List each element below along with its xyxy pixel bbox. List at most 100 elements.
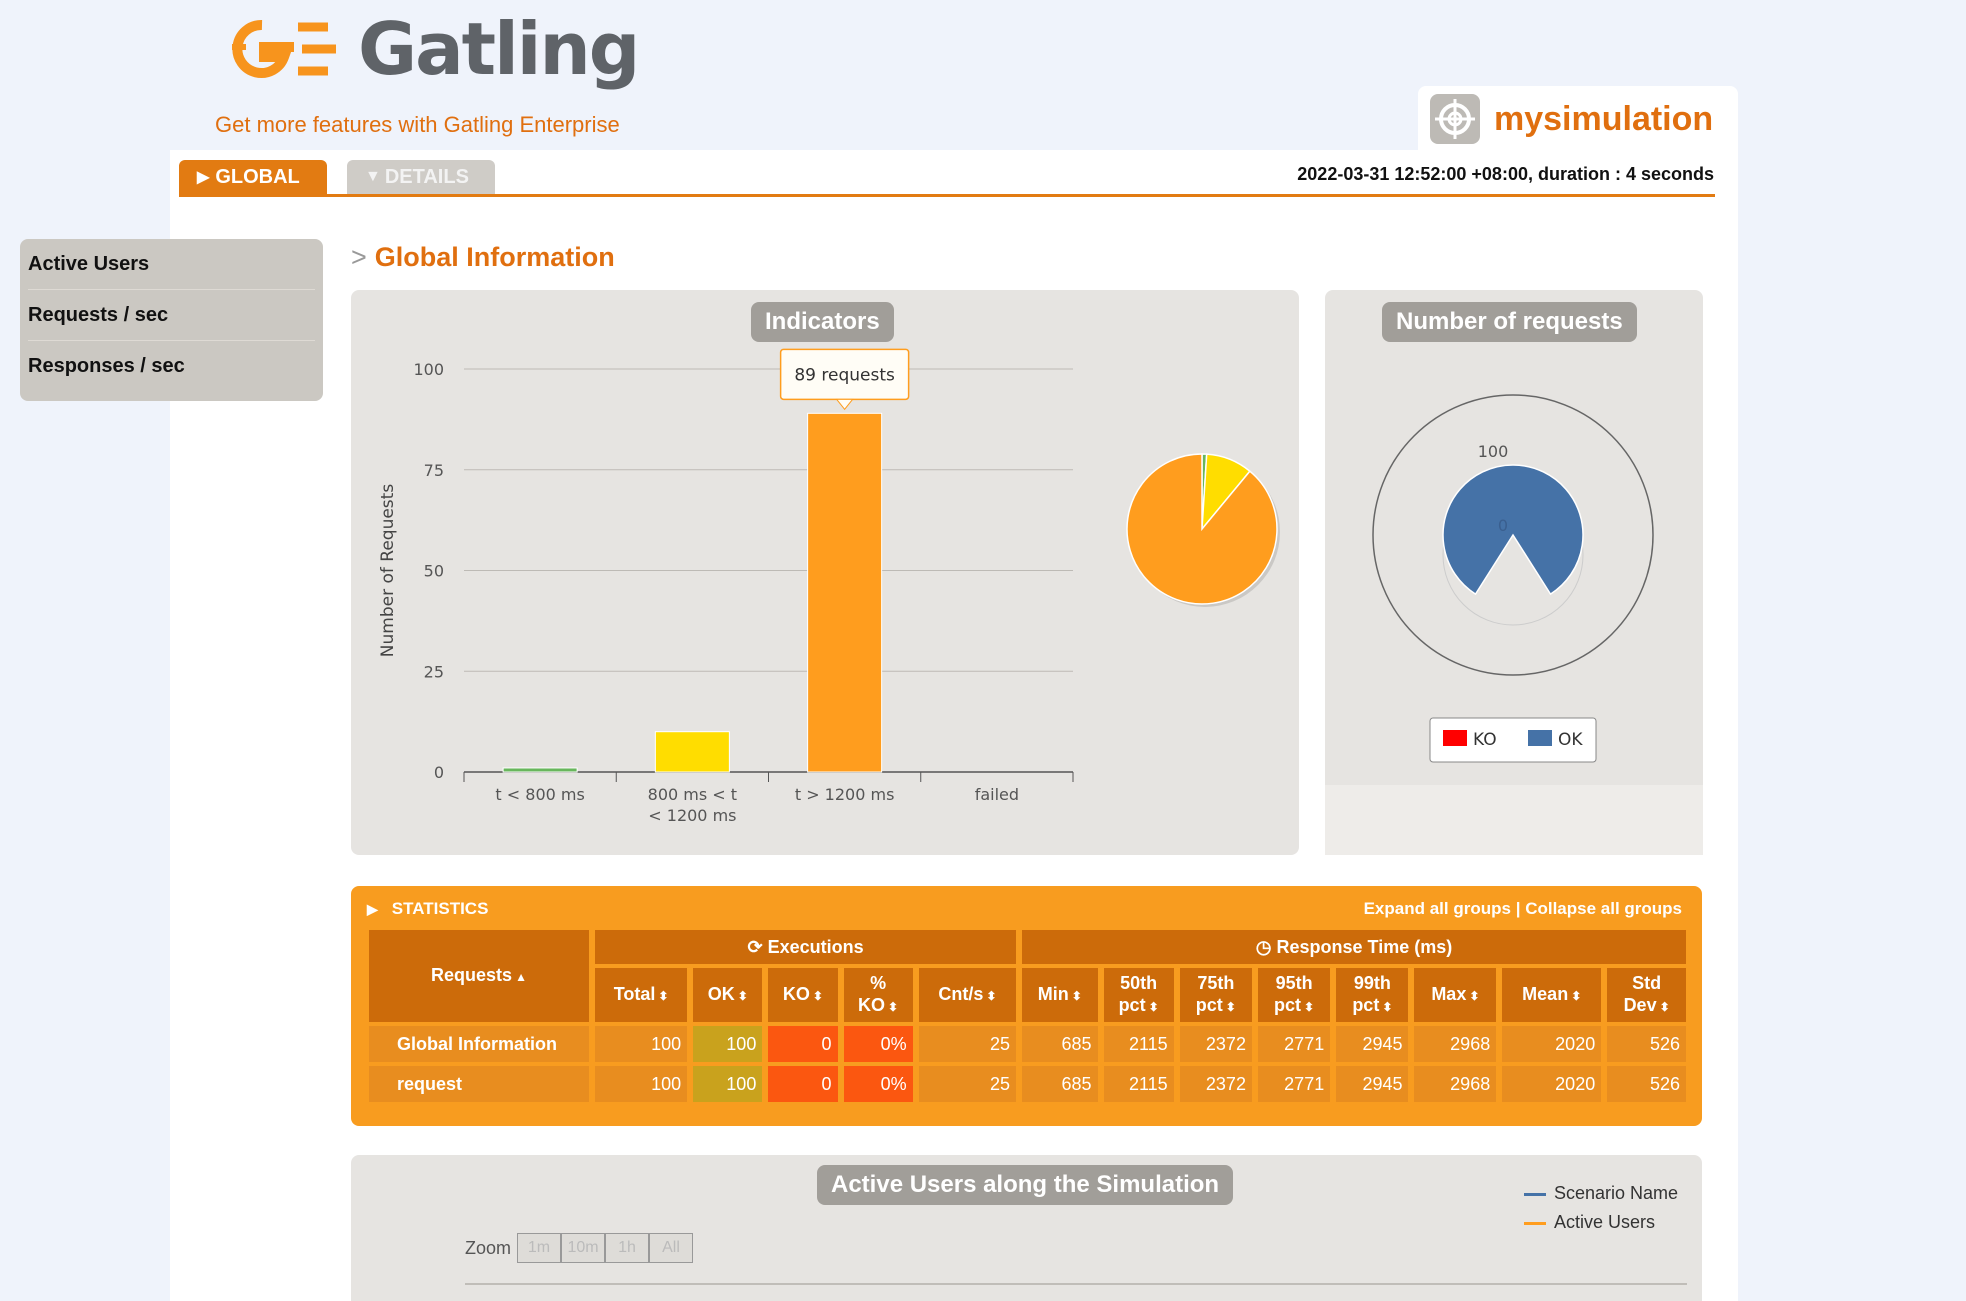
chart-axis-line [465, 1283, 1687, 1285]
x-tick-label: failed [975, 785, 1019, 804]
column-header-label: % [870, 973, 887, 993]
zoom-1m-button[interactable]: 1m [517, 1233, 562, 1263]
column-header[interactable]: OK ⬍ [693, 968, 763, 1022]
zoom-10m-button[interactable]: 10m [561, 1233, 606, 1263]
row-name[interactable]: Global Information [369, 1026, 589, 1062]
column-header[interactable]: 99th pct ⬍ [1336, 968, 1409, 1022]
pie-label-ko: 0 [1498, 516, 1508, 535]
gatling-logo-icon [232, 19, 336, 78]
zoom-all-button[interactable]: All [649, 1233, 694, 1263]
column-header[interactable]: % KO ⬍ [843, 968, 913, 1022]
legend-scenario-name[interactable]: Scenario Name [1523, 1179, 1678, 1208]
requests-column-header[interactable]: Requests ▲ [369, 930, 589, 1022]
column-header-label: OK [707, 984, 735, 1004]
tab-global-label: GLOBAL [215, 165, 300, 188]
table-row[interactable]: Global Information 100 100 0 0% 25 685 2115 2372… [369, 1026, 1686, 1062]
active-users-box: Active Users along the Simulation Zoom 1… [351, 1155, 1702, 1301]
sort-icon: ⬍ [658, 989, 669, 1003]
expand-all-link[interactable]: Expand all groups [1364, 899, 1511, 918]
legend-label-ok[interactable]: OK [1558, 730, 1583, 750]
column-header-label: pct [1352, 995, 1380, 1015]
target-icon [1430, 94, 1480, 144]
column-header[interactable]: Min ⬍ [1022, 968, 1098, 1022]
table-cell: 2372 [1179, 1026, 1252, 1062]
table-cell: 2945 [1336, 1066, 1409, 1102]
column-header-label: pct [1118, 995, 1146, 1015]
column-header[interactable]: Mean ⬍ [1502, 968, 1602, 1022]
table-cell: 526 [1607, 1066, 1686, 1102]
column-header-label: Std [1632, 973, 1662, 993]
column-header[interactable]: 50th pct ⬍ [1103, 968, 1174, 1022]
column-header[interactable]: 95th pct ⬍ [1257, 968, 1331, 1022]
statistics-panel: ▶ STATISTICS Expand all groups | Collapse… [351, 886, 1702, 1126]
response-time-group-header: ◷ Response Time (ms) [1022, 930, 1686, 964]
clock-icon: ◷ [1255, 937, 1272, 957]
column-header-label: pct [1274, 995, 1302, 1015]
table-cell: 526 [1607, 1026, 1686, 1062]
response-time-label: Response Time (ms) [1276, 937, 1453, 957]
tab-global[interactable]: ▶ GLOBAL [179, 160, 327, 194]
zoom-label: Zoom [465, 1237, 512, 1258]
column-header[interactable]: Total ⬍ [595, 968, 688, 1022]
brand-name: Gatling [358, 7, 640, 91]
row-name[interactable]: request [369, 1066, 589, 1102]
y-tick-label: 25 [424, 662, 444, 681]
caret-right-icon: ▶ [197, 169, 210, 186]
column-header[interactable]: Max ⬍ [1414, 968, 1497, 1022]
simulation-header: mysimulation [1418, 86, 1738, 152]
column-header-label: 99th [1353, 973, 1391, 993]
table-cell: 2968 [1414, 1066, 1497, 1102]
pie-label-ok: 100 [1478, 442, 1509, 461]
x-tick-label: 800 ms < t < 1200 ms [648, 785, 737, 825]
table-cell: 2372 [1179, 1066, 1252, 1102]
sort-asc-icon: ▲ [515, 970, 527, 984]
legend-label-ko[interactable]: KO [1473, 730, 1497, 750]
bar[interactable] [502, 767, 578, 773]
active-users-title: Active Users along the Simulation [817, 1165, 1234, 1205]
table-cell: 25 [918, 1066, 1017, 1102]
y-tick-label: 0 [434, 763, 444, 782]
table-cell: 2020 [1502, 1026, 1602, 1062]
legend-active-users[interactable]: Active Users [1523, 1208, 1678, 1237]
column-header-label: Min [1037, 984, 1069, 1004]
requests-pie-box: Number of requests 100 0 KO OK [1325, 290, 1703, 855]
table-cell: 685 [1022, 1066, 1098, 1102]
column-header[interactable]: 75th pct ⬍ [1179, 968, 1252, 1022]
column-header-label: Max [1431, 984, 1467, 1004]
column-header[interactable]: Cnt/s ⬍ [918, 968, 1017, 1022]
menu-item-active-users[interactable]: Active Users [28, 239, 315, 290]
zoom-controls: Zoom 1m 10m 1h All [465, 1233, 694, 1263]
column-header[interactable]: Std Dev ⬍ [1607, 968, 1686, 1022]
requests-pie-chart: 100 0 KO OK [1325, 394, 1703, 855]
tab-details[interactable]: ▼ DETAILS [347, 160, 495, 194]
executions-label: Executions [767, 937, 864, 957]
sort-icon: ⬍ [1148, 1000, 1159, 1014]
collapse-all-link[interactable]: Collapse all groups [1525, 899, 1682, 918]
x-tick-label: t > 1200 ms [795, 785, 895, 804]
table-cell: 0 [768, 1066, 838, 1102]
table-cell: 2115 [1103, 1066, 1174, 1102]
menu-item-responses-per-sec[interactable]: Responses / sec [28, 341, 315, 392]
table-cell: 2968 [1414, 1026, 1497, 1062]
tab-underline [179, 194, 1715, 197]
table-row[interactable]: request 100 100 0 0% 25 685 2115 2372 2771 2945 296… [369, 1066, 1686, 1102]
gatling-logo[interactable]: Gatling [232, 7, 640, 91]
statistics-header[interactable]: ▶ STATISTICS [367, 899, 488, 919]
bar[interactable] [807, 412, 883, 773]
table-cell: 685 [1022, 1026, 1098, 1062]
refresh-icon: ⟳ [747, 937, 763, 957]
caret-right-icon: ▶ [367, 901, 378, 917]
enterprise-link[interactable]: Get more features with Gatling Enterpris… [215, 112, 620, 138]
menu-item-requests-per-sec[interactable]: Requests / sec [28, 290, 315, 341]
zoom-1h-button[interactable]: 1h [605, 1233, 650, 1263]
legend-scenario-label: Scenario Name [1553, 1183, 1678, 1203]
y-tick-label: 75 [424, 461, 444, 480]
indicators-box: Indicators 0 25 50 75 100 Number of Requests t… [351, 290, 1299, 855]
section-title-text: Global Information [374, 242, 615, 272]
pie-slice-ok[interactable] [1442, 464, 1584, 596]
sort-icon: ⬍ [1304, 1000, 1315, 1014]
sort-icon: ⬍ [1659, 1000, 1670, 1014]
column-header[interactable]: KO ⬍ [768, 968, 838, 1022]
pie-slice[interactable] [1126, 453, 1278, 605]
bar[interactable] [654, 731, 730, 773]
